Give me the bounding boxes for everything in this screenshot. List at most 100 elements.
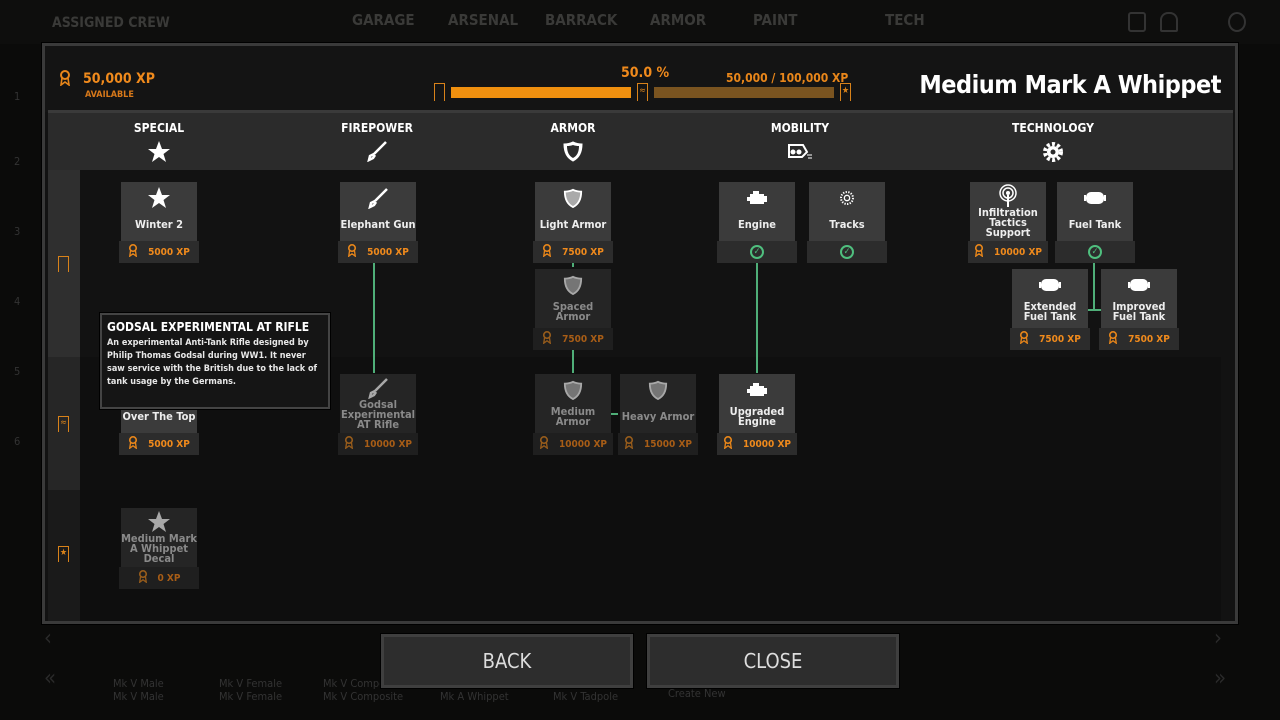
tech-node-heavy[interactable]: Heavy Armor 15000 XP: [618, 374, 698, 455]
node-name: Spaced Armor: [552, 300, 594, 323]
rifle-icon: [367, 184, 389, 212]
xp-available-label: AVAILABLE: [85, 90, 134, 100]
tech-node-elephant[interactable]: Elephant Gun 5000 XP: [338, 182, 418, 263]
category-special: SPECIAL: [89, 121, 229, 164]
node-name: Light Armor: [539, 218, 607, 231]
tech-node-impfuel[interactable]: Improved Fuel Tank 7500 XP: [1099, 269, 1179, 350]
category-label: ARMOR: [550, 121, 596, 135]
node-name: Medium Armor: [550, 405, 596, 428]
star-icon: [147, 184, 171, 212]
category-mobility: MOBILITY: [730, 121, 870, 160]
tier-2-strip: ≈: [48, 357, 80, 490]
tab-tech[interactable]: TECH: [885, 11, 925, 29]
xp-progress-text: 50,000 / 100,000 XP: [726, 71, 849, 85]
row-number: 3: [14, 225, 21, 238]
progress-bar-next: [654, 87, 834, 98]
tech-node-engine[interactable]: Engine ✓: [717, 182, 797, 263]
node-cost: 10000 XP: [559, 438, 607, 450]
vehicle-slot-label[interactable]: Mk A Whippet: [440, 690, 509, 703]
row-number: 4: [14, 295, 21, 308]
tooltip-title: GODSAL EXPERIMENTAL AT RIFLE: [107, 320, 310, 334]
shield-icon: [563, 271, 583, 299]
tooltip-body: An experimental Anti-Tank Rifle designed…: [107, 338, 318, 387]
vehicle-slot-label[interactable]: Mk V Female: [219, 690, 282, 703]
scroll-last-icon[interactable]: »: [1214, 666, 1226, 691]
rank-2-icon: ≈: [637, 83, 648, 101]
tab-armor[interactable]: ARMOR: [650, 11, 706, 29]
category-armor: ARMOR: [503, 121, 643, 162]
tech-node-godsal[interactable]: Godsal Experimental AT Rifle 10000 XP: [338, 374, 418, 455]
category-label: FIREPOWER: [341, 121, 413, 135]
node-name: Improved Fuel Tank: [1112, 300, 1166, 323]
node-name: Elephant Gun: [340, 218, 416, 231]
settings-icon[interactable]: [1228, 12, 1246, 32]
close-button[interactable]: CLOSE: [647, 634, 899, 688]
owned-check-icon: ✓: [1088, 245, 1102, 259]
tech-node-medium[interactable]: Medium Armor 10000 XP: [533, 374, 613, 455]
tech-node-upengine[interactable]: Upgraded Engine 10000 XP: [717, 374, 797, 455]
back-button[interactable]: BACK: [381, 634, 633, 688]
scroll-right-icon[interactable]: ›: [1214, 626, 1222, 651]
shield-icon: [648, 376, 668, 404]
tech-node-infil[interactable]: Infiltration Tactics Support 10000 XP: [968, 182, 1048, 263]
xp-medal-icon: [128, 436, 138, 452]
vehicle-slot-label[interactable]: Mk V Tadpole: [553, 690, 618, 703]
node-cost: 10000 XP: [364, 438, 412, 450]
shield-icon: [563, 376, 583, 404]
node-cost: 5000 XP: [148, 246, 190, 258]
progress-bar-fill: [451, 87, 631, 98]
vehicle-title: Medium Mark A Whippet: [919, 70, 1221, 99]
shield-icon: [563, 141, 583, 162]
tree-connector: [756, 259, 758, 373]
clipboard-icon[interactable]: [1128, 12, 1146, 32]
node-cost: 10000 XP: [994, 246, 1042, 258]
modal-header: 50,000 XP AVAILABLE 50.0 % 50,000 / 100,…: [45, 46, 1235, 112]
tech-node-tracks[interactable]: Tracks ✓: [807, 182, 887, 263]
tree-connector: [572, 346, 574, 373]
tech-node-extfuel[interactable]: Extended Fuel Tank 7500 XP: [1010, 269, 1090, 350]
engine-icon: [746, 184, 768, 212]
shield-icon: [563, 184, 583, 212]
node-name: Upgraded Engine: [729, 405, 785, 428]
tree-connector: [373, 259, 375, 373]
vehicle-slot-label[interactable]: Mk V Male: [113, 690, 164, 703]
category-bar: SPECIAL FIREPOWER ARMOR MOBILITY TECHNOL…: [48, 110, 1233, 170]
tank-icon: [1127, 271, 1151, 299]
gear-icon: [839, 184, 855, 212]
tab-arsenal[interactable]: ARSENAL: [448, 11, 518, 29]
node-cost: 7500 XP: [562, 246, 604, 258]
xp-medal-icon: [59, 70, 71, 87]
tech-node-spaced[interactable]: Spaced Armor 7500 XP: [533, 269, 613, 350]
xp-medal-icon: [1019, 331, 1029, 347]
rank-1-icon: [434, 83, 445, 101]
tab-barrack[interactable]: BARRACK: [545, 11, 617, 29]
trophy-icon[interactable]: [1160, 12, 1178, 32]
xp-medal-icon: [128, 244, 138, 260]
tech-node-decal[interactable]: Medium Mark A Whippet Decal 0 XP: [119, 508, 199, 589]
tech-node-fuel[interactable]: Fuel Tank ✓: [1055, 182, 1135, 263]
owned-check-icon: ✓: [750, 245, 764, 259]
xp-medal-icon: [347, 244, 357, 260]
tab-garage[interactable]: GARAGE: [352, 11, 415, 29]
vehicle-slot-label[interactable]: Mk V Composite: [323, 690, 403, 703]
node-cost: 5000 XP: [148, 438, 190, 450]
assigned-crew-label[interactable]: ASSIGNED CREW: [52, 15, 170, 31]
row-number: 6: [14, 435, 21, 448]
tab-paint[interactable]: PAINT: [753, 11, 797, 29]
vehicle-slot-label[interactable]: Mk V Female: [219, 677, 282, 690]
scroll-left-icon[interactable]: ‹: [44, 626, 52, 651]
rank-3-icon: ★: [840, 83, 851, 101]
tech-node-winter2[interactable]: Winter 2 5000 XP: [119, 182, 199, 263]
create-new-label[interactable]: Create New: [668, 687, 726, 700]
vehicle-slot-label[interactable]: Mk V Male: [113, 677, 164, 690]
xp-medal-icon: [1108, 331, 1118, 347]
row-number: 1: [14, 90, 21, 103]
category-technology: TECHNOLOGY: [983, 121, 1123, 164]
xp-medal-icon: [974, 244, 984, 260]
scroll-first-icon[interactable]: «: [44, 666, 56, 691]
star-icon: [147, 510, 171, 534]
xp-medal-icon: [344, 436, 354, 452]
tech-node-light[interactable]: Light Armor 7500 XP: [533, 182, 613, 263]
category-label: MOBILITY: [770, 121, 830, 135]
row-number: 2: [14, 155, 21, 168]
